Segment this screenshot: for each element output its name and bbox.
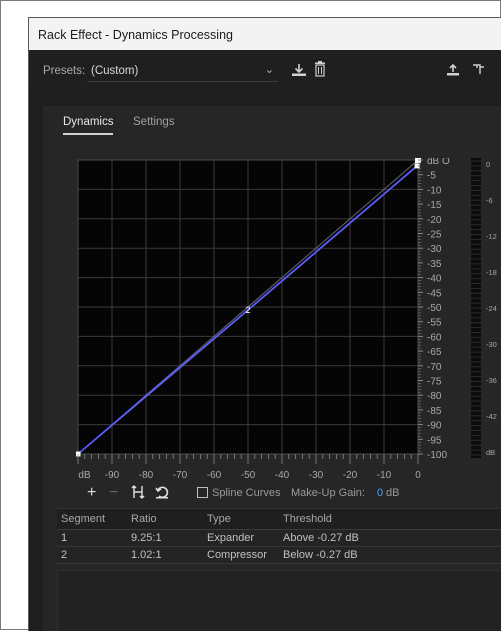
- y-axis-label: -5: [427, 171, 436, 182]
- makeup-gain-label: Make-Up Gain:: [291, 487, 365, 499]
- ratio-cell: 1.02:1: [131, 549, 162, 561]
- pin-panel-icon[interactable]: [472, 62, 486, 79]
- x-axis-label: 0: [415, 470, 421, 481]
- chevron-down-icon: ⌄: [264, 64, 274, 76]
- table-row[interactable]: 1 9.25:1 Expander Above -0.27 dB: [57, 530, 501, 547]
- tab-dynamics[interactable]: Dynamics: [63, 116, 114, 135]
- segment-table-empty-area: [57, 570, 501, 631]
- y-axis-label: -60: [427, 332, 442, 343]
- y-axis-label: -10: [427, 185, 442, 196]
- col-threshold-header: Threshold: [283, 513, 332, 525]
- dynamics-graph[interactable]: 2 dB O -5 -10 -15 -20 -25 -30 -35 -40 -45 -50 -55 -60…: [73, 156, 501, 488]
- dynamics-panel: Dynamics Settings 2 dB O -5 -10 -15 -20 -25 -30…: [43, 106, 501, 631]
- spline-curves-checkbox[interactable]: [197, 487, 208, 498]
- x-axis-label: -20: [343, 470, 358, 481]
- level-meter-label: -24: [486, 304, 497, 313]
- col-type-header: Type: [207, 513, 231, 525]
- y-axis-label: -35: [427, 259, 442, 270]
- y-axis-label: -55: [427, 318, 442, 329]
- y-axis-label: -100: [427, 450, 447, 461]
- y-axis-label: -85: [427, 406, 442, 417]
- screenshot-frame: Rack Effect - Dynamics Processing Preset…: [0, 0, 501, 631]
- y-axis-label: -45: [427, 288, 442, 299]
- level-meter-label: -6: [486, 196, 493, 205]
- y-axis-label: -95: [427, 435, 442, 446]
- x-axis-label: -40: [275, 470, 290, 481]
- level-meter-label: 0: [486, 160, 490, 169]
- col-segment-header: Segment: [61, 513, 106, 525]
- remove-point-icon[interactable]: −: [109, 485, 118, 501]
- y-axis-label: -90: [427, 421, 442, 432]
- presets-value: (Custom): [91, 65, 139, 77]
- x-axis-label: -60: [207, 470, 222, 481]
- makeup-gain-unit: dB: [386, 487, 400, 499]
- y-axis-label: -80: [427, 391, 442, 402]
- makeup-gain-value[interactable]: 0: [377, 487, 383, 499]
- presets-label: Presets:: [43, 65, 86, 77]
- graph-toolbar: + − Spline Curves Make-Up Gain: 0 dB: [87, 485, 487, 505]
- col-ratio-header: Ratio: [131, 513, 157, 525]
- segment-cell: 2: [61, 549, 68, 561]
- control-point-label: 2: [245, 305, 250, 315]
- power-insert-icon[interactable]: [446, 63, 460, 80]
- delete-preset-icon[interactable]: [314, 61, 326, 80]
- y-axis-label: -70: [427, 362, 442, 373]
- level-meter-label: -18: [486, 268, 497, 277]
- y-axis-label: -20: [427, 215, 442, 226]
- y-axis-label: dB O: [427, 158, 450, 167]
- add-point-icon[interactable]: +: [87, 485, 96, 501]
- x-axis-label: -50: [241, 470, 256, 481]
- segment-table: Segment Ratio Type Threshold 1 9.25:1 Ex…: [57, 508, 501, 631]
- segment-cell: 1: [61, 532, 68, 544]
- x-axis-label: -10: [377, 470, 392, 481]
- window-title: Rack Effect - Dynamics Processing: [38, 28, 233, 42]
- y-axis-label: -50: [427, 303, 442, 314]
- level-meter-label: -30: [486, 340, 497, 349]
- y-axis-label: -25: [427, 230, 442, 241]
- x-axis-label: l dB: [76, 470, 91, 481]
- segment-table-header: Segment Ratio Type Threshold: [57, 508, 501, 530]
- x-axis-label: -90: [105, 470, 120, 481]
- ratio-cell: 9.25:1: [131, 532, 162, 544]
- window-titlebar: Rack Effect - Dynamics Processing: [29, 18, 501, 50]
- rack-effect-window: Rack Effect - Dynamics Processing Preset…: [28, 17, 501, 631]
- level-meter-label: -36: [486, 376, 497, 385]
- threshold-cell: Above -0.27 dB: [283, 532, 359, 544]
- table-row[interactable]: 2 1.02:1 Compressor Below -0.27 dB: [57, 547, 501, 564]
- x-axis-label: -80: [139, 470, 154, 481]
- presets-bar: Presets: (Custom) ⌄: [29, 50, 501, 90]
- reset-curve-icon[interactable]: [155, 485, 169, 503]
- level-meter-label: dB: [486, 448, 495, 457]
- spline-curves-label: Spline Curves: [212, 487, 281, 499]
- dynamics-graph-svg: 2dB O-5-10-15-20-25-30-35-40-45-50-55-60…: [73, 156, 497, 481]
- level-meter-label: -42: [486, 412, 497, 421]
- x-axis-label: -30: [309, 470, 324, 481]
- y-axis-label: -75: [427, 377, 442, 388]
- y-axis-label: -40: [427, 274, 442, 285]
- y-axis-label: -30: [427, 244, 442, 255]
- type-cell: Expander: [207, 532, 255, 544]
- y-axis-label: -15: [427, 200, 442, 211]
- level-meter-label: -12: [486, 232, 497, 241]
- y-axis-label: -65: [427, 347, 442, 358]
- threshold-cell: Below -0.27 dB: [283, 549, 358, 561]
- x-axis-label: -70: [173, 470, 188, 481]
- presets-dropdown[interactable]: (Custom) ⌄: [87, 60, 278, 82]
- save-preset-icon[interactable]: [291, 63, 307, 80]
- type-cell: Compressor: [207, 549, 267, 561]
- invert-curve-icon[interactable]: [131, 485, 145, 503]
- tab-settings[interactable]: Settings: [133, 116, 175, 128]
